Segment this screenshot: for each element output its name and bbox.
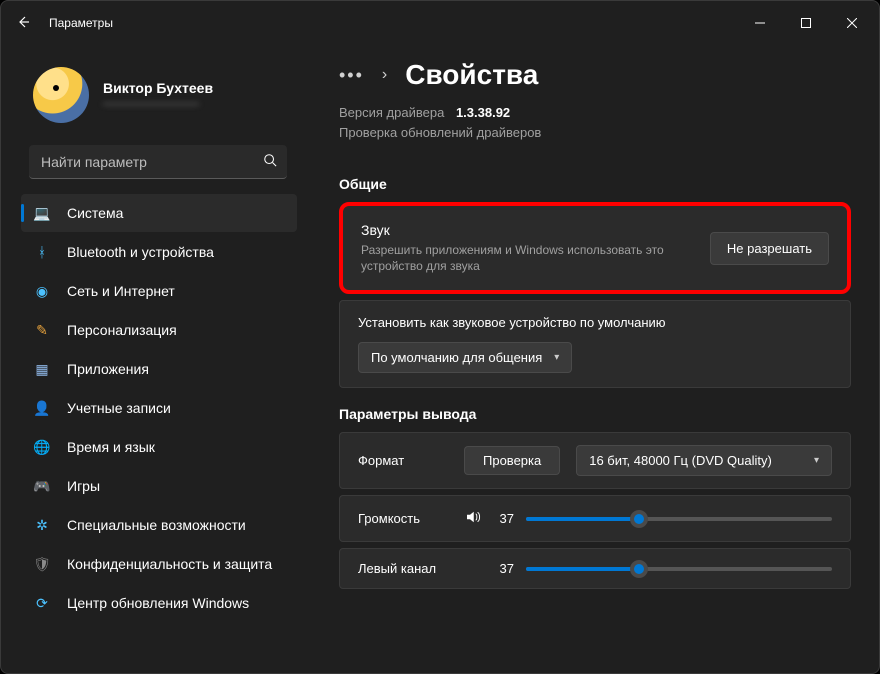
- left-channel-row: Левый канал 37: [339, 548, 851, 589]
- sidebar-item-system[interactable]: 💻 Система: [21, 194, 297, 232]
- sidebar-item-label: Специальные возможности: [67, 517, 246, 533]
- volume-value: 37: [494, 511, 514, 526]
- chevron-right-icon: ›: [382, 66, 387, 84]
- avatar: [33, 67, 89, 123]
- deny-button[interactable]: Не разрешать: [710, 232, 829, 265]
- driver-update-link[interactable]: Проверка обновлений драйверов: [339, 125, 541, 140]
- accounts-icon: 👤: [33, 399, 51, 417]
- accessibility-icon: ✲: [33, 516, 51, 534]
- section-general: Общие: [339, 176, 851, 192]
- update-icon: ⟳: [33, 594, 51, 612]
- sidebar-item-privacy[interactable]: 🛡 Конфиденциальность и защита: [21, 545, 297, 583]
- format-label: Формат: [358, 453, 448, 468]
- maximize-button[interactable]: [783, 7, 829, 39]
- search-input[interactable]: [39, 153, 263, 171]
- time-icon: 🌐: [33, 438, 51, 456]
- chevron-down-icon: ▾: [814, 455, 819, 466]
- default-device-select[interactable]: По умолчанию для общения ▾: [358, 342, 572, 373]
- sidebar-item-label: Bluetooth и устройства: [67, 244, 214, 260]
- back-button[interactable]: [15, 14, 31, 33]
- sidebar-item-label: Игры: [67, 478, 100, 494]
- network-icon: ◉: [33, 282, 51, 300]
- default-device-label: Установить как звуковое устройство по ум…: [358, 315, 832, 330]
- driver-version-value: 1.3.38.92: [456, 105, 510, 120]
- format-row: Формат Проверка 16 бит, 48000 Гц (DVD Qu…: [339, 432, 851, 489]
- apps-icon: ▦: [33, 360, 51, 378]
- volume-slider[interactable]: [526, 517, 832, 521]
- profile-block[interactable]: Виктор Бухтеев ————————: [7, 57, 305, 141]
- search-box[interactable]: [29, 145, 287, 179]
- default-device-card: Установить как звуковое устройство по ум…: [339, 300, 851, 388]
- format-value: 16 бит, 48000 Гц (DVD Quality): [589, 453, 772, 468]
- format-select[interactable]: 16 бит, 48000 Гц (DVD Quality) ▾: [576, 445, 832, 476]
- volume-row: Громкость 37: [339, 495, 851, 542]
- sidebar-item-label: Учетные записи: [67, 400, 171, 416]
- gaming-icon: 🎮: [33, 477, 51, 495]
- profile-name: Виктор Бухтеев: [103, 80, 213, 96]
- driver-version-label: Версия драйвера: [339, 105, 444, 120]
- sidebar-item-label: Приложения: [67, 361, 149, 377]
- chevron-down-icon: ▾: [554, 352, 559, 363]
- privacy-icon: 🛡: [33, 555, 51, 573]
- sidebar-item-label: Сеть и Интернет: [67, 283, 175, 299]
- left-channel-label: Левый канал: [358, 561, 448, 576]
- section-output: Параметры вывода: [339, 406, 851, 422]
- sidebar-item-accessibility[interactable]: ✲ Специальные возможности: [21, 506, 297, 544]
- volume-label: Громкость: [358, 511, 448, 526]
- sidebar-item-time[interactable]: 🌐 Время и язык: [21, 428, 297, 466]
- system-icon: 💻: [33, 204, 51, 222]
- sidebar-item-label: Время и язык: [67, 439, 155, 455]
- minimize-button[interactable]: [737, 7, 783, 39]
- sidebar-item-apps[interactable]: ▦ Приложения: [21, 350, 297, 388]
- sound-permission-card: Звук Разрешить приложениям и Windows исп…: [339, 202, 851, 294]
- sidebar-item-label: Система: [67, 205, 123, 221]
- bluetooth-icon: ᚼ: [33, 243, 51, 261]
- sidebar-item-accounts[interactable]: 👤 Учетные записи: [21, 389, 297, 427]
- profile-email: ————————: [103, 96, 213, 110]
- personalization-icon: ✎: [33, 321, 51, 339]
- search-icon: [263, 153, 277, 170]
- sound-subtitle: Разрешить приложениям и Windows использо…: [361, 242, 690, 274]
- sidebar-item-label: Центр обновления Windows: [67, 595, 249, 611]
- window-title: Параметры: [49, 16, 113, 30]
- speaker-icon[interactable]: [464, 508, 482, 529]
- sidebar-item-network[interactable]: ◉ Сеть и Интернет: [21, 272, 297, 310]
- default-device-value: По умолчанию для общения: [371, 350, 542, 365]
- sidebar-item-gaming[interactable]: 🎮 Игры: [21, 467, 297, 505]
- page-title: Свойства: [405, 59, 538, 91]
- sidebar-item-bluetooth[interactable]: ᚼ Bluetooth и устройства: [21, 233, 297, 271]
- sidebar-item-personalization[interactable]: ✎ Персонализация: [21, 311, 297, 349]
- sound-title: Звук: [361, 222, 690, 238]
- test-button[interactable]: Проверка: [464, 446, 560, 475]
- sidebar-item-label: Персонализация: [67, 322, 177, 338]
- close-button[interactable]: [829, 7, 875, 39]
- left-channel-value: 37: [494, 561, 514, 576]
- breadcrumb-ellipsis[interactable]: •••: [339, 65, 364, 86]
- sidebar-item-label: Конфиденциальность и защита: [67, 556, 272, 572]
- left-channel-slider[interactable]: [526, 567, 832, 571]
- sidebar-item-update[interactable]: ⟳ Центр обновления Windows: [21, 584, 297, 622]
